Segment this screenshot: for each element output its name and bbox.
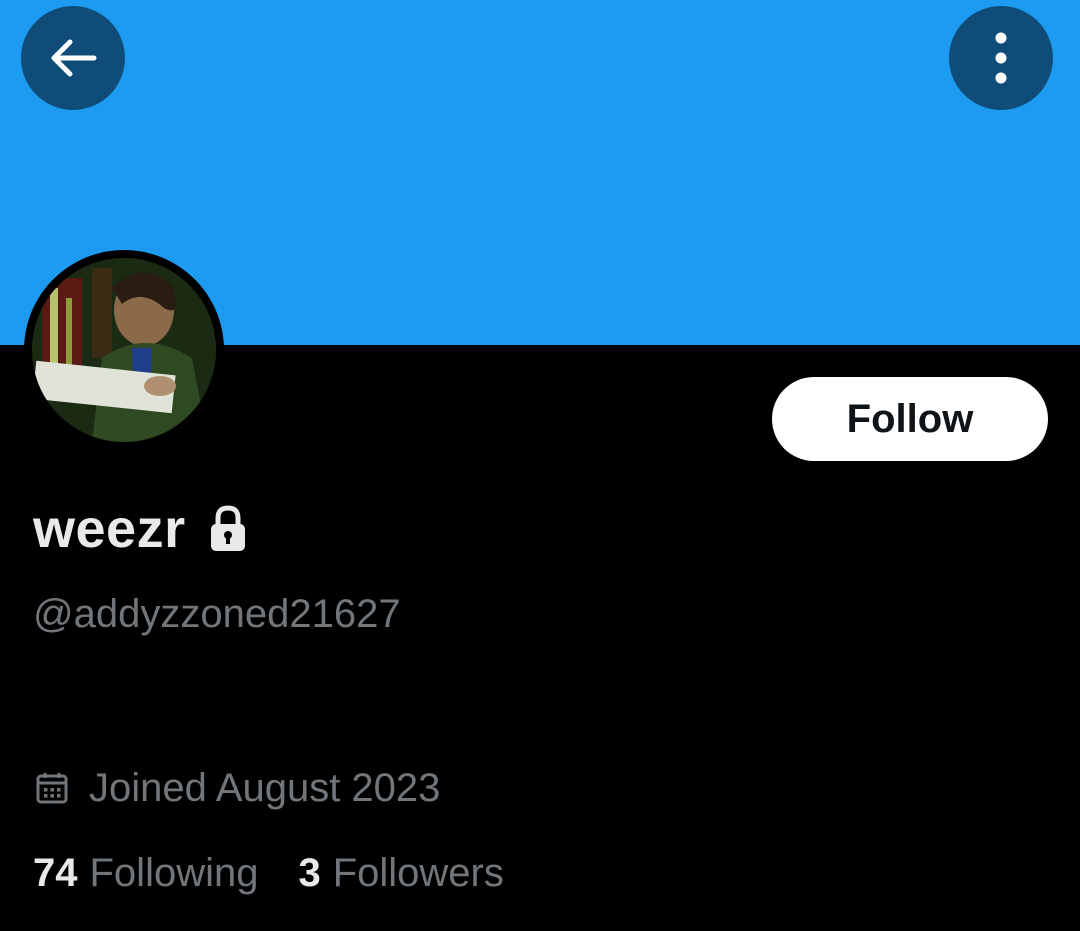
- more-vertical-icon: [995, 32, 1007, 84]
- arrow-left-icon: [51, 39, 97, 77]
- avatar[interactable]: [24, 250, 224, 450]
- follow-button[interactable]: Follow: [772, 377, 1048, 461]
- more-options-button[interactable]: [949, 6, 1053, 110]
- lock-icon: [208, 505, 248, 553]
- profile-page: Follow weezr @addyzzoned21627 Joined Aug…: [0, 0, 1080, 931]
- following-link[interactable]: 74 Following: [33, 851, 258, 896]
- calendar-icon: [36, 773, 68, 804]
- joined-date-row: Joined August 2023: [35, 762, 440, 814]
- following-count: 74: [33, 850, 78, 895]
- follow-stats: 74 Following 3 Followers: [33, 846, 504, 900]
- joined-date: Joined August 2023: [89, 765, 441, 810]
- followers-label: Followers: [332, 850, 504, 895]
- back-button[interactable]: [21, 6, 125, 110]
- display-name-row: weezr: [33, 496, 248, 562]
- followers-link[interactable]: 3 Followers: [298, 851, 503, 896]
- followers-count: 3: [298, 850, 321, 895]
- display-name: weezr: [33, 499, 186, 559]
- avatar-photo: [32, 258, 216, 442]
- following-label: Following: [89, 850, 259, 895]
- user-handle: @addyzzoned21627: [33, 592, 401, 636]
